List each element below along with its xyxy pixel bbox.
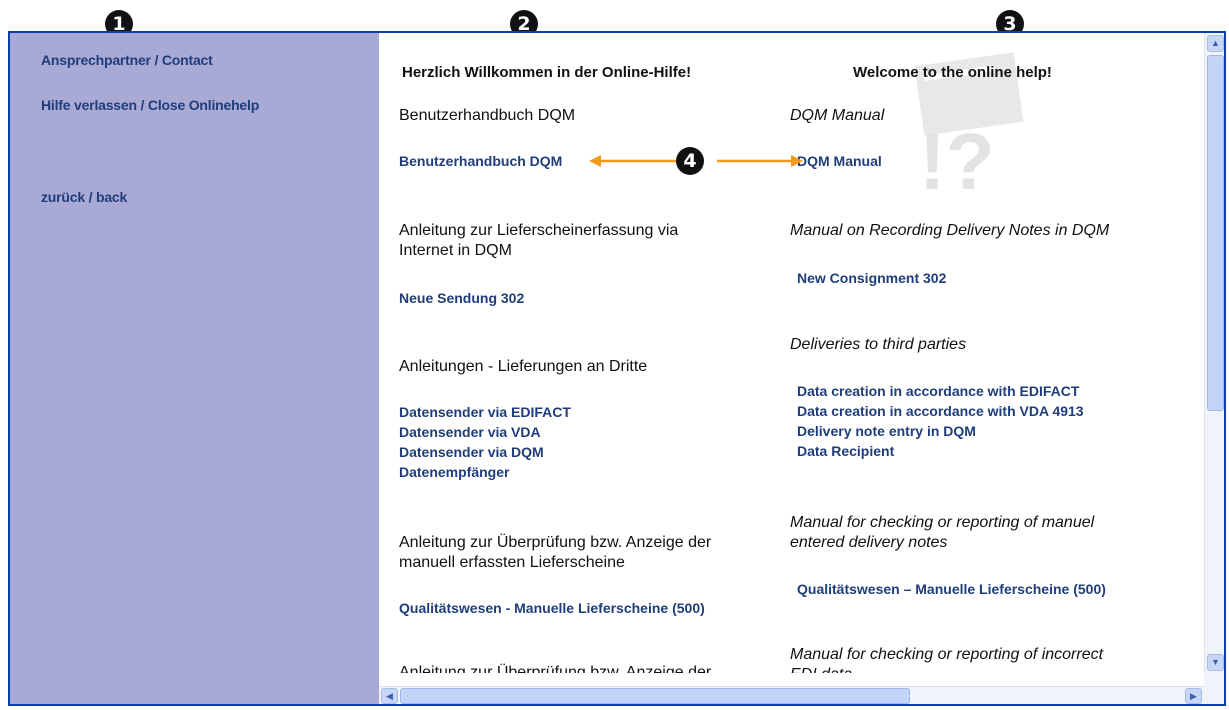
en-link-quality[interactable]: Qualitätswesen – Manuelle Lieferscheine … xyxy=(797,580,1106,598)
en-section-edi-b: EDI data xyxy=(790,665,852,673)
en-section-edi-a: Manual for checking or reporting of inco… xyxy=(790,646,1104,663)
en-link-manual[interactable]: DQM Manual xyxy=(797,152,882,170)
de-link-recipient[interactable]: Datenempfänger xyxy=(399,463,509,481)
heading-german: Herzlich Willkommen in der Online-Hilfe! xyxy=(402,64,692,81)
horizontal-scrollbar[interactable]: ◀ ▶ xyxy=(379,686,1204,704)
en-section-third-parties: Deliveries to third parties xyxy=(790,336,967,353)
de-link-consignment[interactable]: Neue Sendung 302 xyxy=(399,289,524,307)
en-link-dqm[interactable]: Delivery note entry in DQM xyxy=(797,422,976,440)
back-link[interactable]: zurück / back xyxy=(41,189,127,205)
de-section-manual: Benutzerhandbuch DQM xyxy=(399,107,576,124)
en-link-edifact[interactable]: Data creation in accordance with EDIFACT xyxy=(797,382,1079,400)
de-section-delivery-b: Internet in DQM xyxy=(399,242,512,259)
svg-text:!?: !? xyxy=(919,117,995,206)
en-link-recipient[interactable]: Data Recipient xyxy=(797,442,894,460)
arrow-down-icon[interactable]: ▼ xyxy=(1207,654,1224,671)
de-section-third-parties: Anleitungen - Lieferungen an Dritte xyxy=(399,358,648,375)
de-link-edifact[interactable]: Datensender via EDIFACT xyxy=(399,403,571,421)
horizontal-scroll-thumb[interactable] xyxy=(400,688,910,704)
vertical-scrollbar[interactable]: ▲ ▼ xyxy=(1204,33,1224,673)
de-section-check-b: manuell erfassten Lieferscheine xyxy=(399,554,625,571)
contact-link[interactable]: Ansprechpartner / Contact xyxy=(41,52,213,68)
content-pane: !? Herzlich Willkommen in der Online-Hil… xyxy=(379,33,1204,673)
heading-english: Welcome to the online help! xyxy=(853,64,1052,81)
en-link-consignment[interactable]: New Consignment 302 xyxy=(797,269,946,287)
sidebar: Ansprechpartner / Contact Hilfe verlasse… xyxy=(10,33,379,704)
de-link-quality[interactable]: Qualitätswesen - Manuelle Lieferscheine … xyxy=(399,599,705,617)
scroll-corner xyxy=(1204,673,1224,704)
en-section-delivery: Manual on Recording Delivery Notes in DQ… xyxy=(790,222,1110,239)
arrow-up-icon[interactable]: ▲ xyxy=(1207,35,1224,52)
en-link-vda[interactable]: Data creation in accordance with VDA 491… xyxy=(797,402,1084,420)
de-link-dqm[interactable]: Datensender via DQM xyxy=(399,443,544,461)
de-section-check-a: Anleitung zur Überprüfung bzw. Anzeige d… xyxy=(399,534,712,551)
en-section-check-b: entered delivery notes xyxy=(790,534,948,551)
arrow-left-icon[interactable]: ◀ xyxy=(381,688,398,704)
en-section-check-a: Manual for checking or reporting of manu… xyxy=(790,514,1095,531)
de-link-vda[interactable]: Datensender via VDA xyxy=(399,423,541,441)
help-window: Ansprechpartner / Contact Hilfe verlasse… xyxy=(8,31,1226,706)
arrow-right-icon[interactable]: ▶ xyxy=(1185,688,1202,704)
de-section-delivery-a: Anleitung zur Lieferscheinerfassung via xyxy=(399,222,679,239)
annotation-badge-4: 4 xyxy=(676,147,704,175)
en-section-manual: DQM Manual xyxy=(790,107,885,124)
vertical-scroll-thumb[interactable] xyxy=(1207,55,1224,411)
close-help-link[interactable]: Hilfe verlassen / Close Onlinehelp xyxy=(41,97,259,113)
de-section-edi: Anleitung zur Überprüfung bzw. Anzeige d… xyxy=(399,664,712,673)
de-link-manual[interactable]: Benutzerhandbuch DQM xyxy=(399,152,562,170)
